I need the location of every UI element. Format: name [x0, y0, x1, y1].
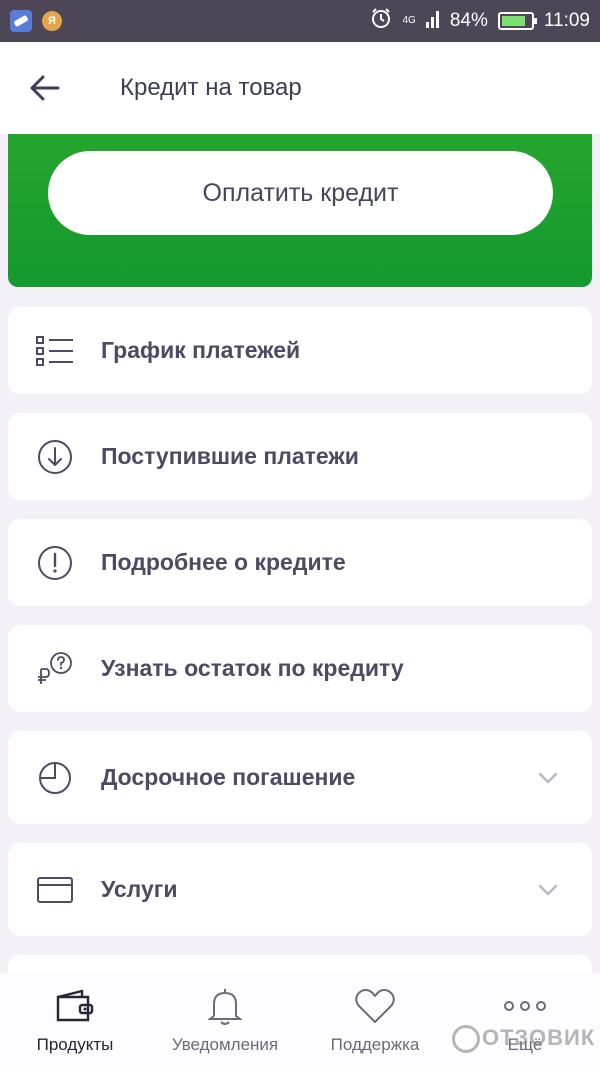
card-icon [35, 870, 75, 910]
menu-item-received-payments[interactable]: Поступившие платежи [8, 413, 592, 500]
signal-icon [425, 8, 440, 34]
info-exclamation-icon [35, 543, 75, 583]
menu-item-label: Узнать остаток по кредиту [101, 655, 404, 681]
nav-products[interactable]: Продукты [0, 973, 150, 1067]
battery-percent: 84% [449, 10, 488, 31]
arrow-left-icon [30, 75, 60, 101]
menu-item-services[interactable]: Услуги [8, 843, 592, 936]
pie-clock-icon [35, 758, 75, 798]
network-type: 4G [402, 15, 416, 26]
app-bar: Кредит на товар [0, 42, 600, 134]
schedule-list-icon [35, 331, 75, 371]
menu-item-credit-details[interactable]: Подробнее о кредите [8, 519, 592, 606]
nav-label: Уведомления [171, 1035, 279, 1054]
chevron-down-icon[interactable] [536, 878, 560, 902]
ruble-question-icon [35, 649, 75, 689]
credit-banner: Оплатить кредит [8, 134, 592, 287]
page-title: Кредит на товар [120, 74, 302, 101]
battery-icon [497, 12, 537, 30]
menu-item-label: Досрочное погашение [101, 764, 356, 790]
nav-support[interactable]: Поддержка [300, 973, 450, 1067]
pay-credit-button[interactable]: Оплатить кредит [48, 151, 553, 235]
arrow-down-circle-icon [35, 437, 75, 477]
menu-item-label: Подробнее о кредите [101, 549, 346, 575]
more-dots-icon [450, 985, 600, 1027]
watermark-logo-icon [452, 1025, 480, 1054]
menu-item-label: Поступившие платежи [101, 443, 359, 469]
nav-label: Продукты [36, 1035, 114, 1054]
menu-item-credit-balance[interactable]: Узнать остаток по кредиту [8, 625, 592, 712]
menu-item-early-repayment[interactable]: Досрочное погашение [8, 731, 592, 824]
watermark-text: ОТЗОВИК [482, 1025, 596, 1050]
watermark: ОТЗОВИК [452, 1025, 596, 1054]
alarm-icon [370, 7, 392, 35]
wallet-icon [0, 985, 150, 1027]
nav-notifications[interactable]: Уведомления [150, 973, 300, 1067]
menu-item-label: График платежей [101, 337, 301, 363]
back-button[interactable] [0, 42, 90, 134]
menu-item-payment-schedule[interactable]: График платежей [8, 307, 592, 394]
status-bar: Я 4G 84% 11:09 [0, 0, 600, 42]
heart-icon [300, 985, 450, 1027]
app-notification-icon [10, 10, 32, 32]
app-notification-icon-2: Я [42, 11, 62, 31]
bell-icon [150, 985, 300, 1027]
clock: 11:09 [543, 10, 590, 31]
chevron-down-icon[interactable] [536, 766, 560, 790]
nav-label: Поддержка [330, 1035, 420, 1054]
menu-item-label: Услуги [101, 876, 178, 902]
